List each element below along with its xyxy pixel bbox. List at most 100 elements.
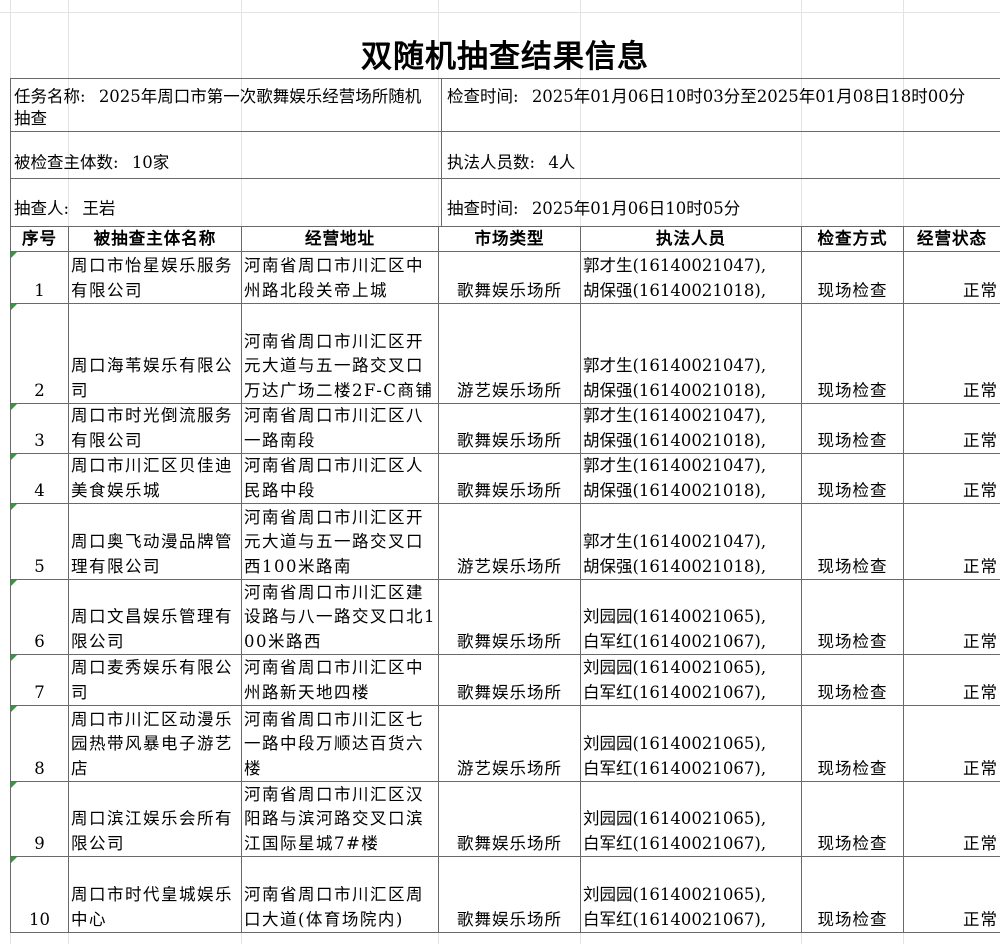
row-market-type: 歌舞娱乐场所 [438, 654, 581, 706]
staff-member: 胡保强(16140021018), [583, 430, 767, 450]
row-market-type: 游艺娱乐场所 [438, 303, 581, 404]
info-border [10, 78, 1000, 79]
row-address: 河南省周口市川汇区中州路新天地四楼 [241, 654, 439, 706]
table-row: 1 周口市怡星娱乐服务有限公司 河南省周口市川汇区中州路北段关帝上城 歌舞娱乐场所 郭才… [10, 251, 1000, 304]
grid-line [0, 12, 1000, 13]
row-seq: 2 [10, 303, 69, 404]
info-border [10, 78, 11, 226]
row-status: 正常 [903, 503, 1000, 580]
row-market-type: 歌舞娱乐场所 [438, 403, 581, 454]
row-seq: 3 [10, 403, 69, 454]
row-subject-name: 周口滨江娱乐会所有限公司 [68, 781, 242, 857]
row-status: 正常 [903, 579, 1000, 655]
row-status: 正常 [903, 781, 1000, 857]
row-subject-name: 周口市时光倒流服务有限公司 [68, 403, 242, 454]
staff-member: 胡保强(16140021018), [583, 380, 767, 400]
staff-member: 白军红(16140021067), [583, 631, 767, 651]
table-row: 7 周口麦秀娱乐有限公司 河南省周口市川汇区中州路新天地四楼 歌舞娱乐场所 刘园园(16… [10, 654, 1000, 706]
row-method: 现场检查 [801, 579, 904, 655]
row-seq: 10 [10, 856, 69, 933]
row-address: 河南省周口市川汇区开元大道与五一路交叉口万达广场二楼2F-C商铺 [241, 303, 439, 404]
spreadsheet: 双随机抽查结果信息 任务名称: 2025年周口市第一次歌舞娱乐经营场所随机抽查 … [0, 0, 1000, 944]
page-title: 双随机抽查结果信息 [361, 39, 649, 75]
inspect-time: 检查时间: 2025年01月06日10时03分至2025年01月08日18时00… [447, 86, 995, 108]
row-seq: 1 [10, 251, 69, 304]
staff-member: 郭才生(16140021047), [583, 256, 767, 275]
row-seq: 8 [10, 705, 69, 782]
staff-member: 刘园园(16140021065), [583, 734, 767, 753]
header-method: 检查方式 [801, 226, 904, 252]
inspect-time-value: 2025年01月06日10时03分至2025年01月08日18时00分 [531, 87, 966, 106]
row-address: 河南省周口市川汇区七一路中段万顺达百货六楼 [241, 705, 439, 782]
task-name-label: 任务名称: [14, 87, 86, 106]
staff-member: 白军红(16140021067), [583, 833, 767, 853]
row-market-type: 歌舞娱乐场所 [438, 579, 581, 655]
table-row: 9 周口滨江娱乐会所有限公司 河南省周口市川汇区汉阳路与滨河路交叉口滨江国际星城7#… [10, 781, 1000, 857]
sampler-value: 王岩 [82, 199, 116, 218]
row-staff: 刘园园(16140021065), 白军红(16140021067), [580, 654, 802, 706]
sample-time: 抽查时间: 2025年01月06日10时05分 [447, 198, 995, 220]
row-address: 河南省周口市川汇区开元大道与五一路交叉口西100米路南 [241, 503, 439, 580]
row-seq: 9 [10, 781, 69, 857]
inspect-time-label: 检查时间: [447, 87, 519, 106]
row-address: 河南省周口市川汇区中州路北段关帝上城 [241, 251, 439, 304]
row-subject-name: 周口海苇娱乐有限公司 [68, 303, 242, 404]
row-subject-name: 周口市川汇区贝佳迪美食娱乐城 [68, 453, 242, 504]
staff-member: 刘园园(16140021065), [583, 607, 767, 626]
table-row: 8 周口市川汇区动漫乐园热带风暴电子游艺店 河南省周口市川汇区七一路中段万顺达百货六… [10, 705, 1000, 782]
row-staff: 刘园园(16140021065), 白军红(16140021067), [580, 579, 802, 655]
row-subject-name: 周口麦秀娱乐有限公司 [68, 654, 242, 706]
row-staff: 刘园园(16140021065), 白军红(16140021067), [580, 781, 802, 857]
row-staff: 郭才生(16140021047), 胡保强(16140021018), [580, 503, 802, 580]
row-market-type: 歌舞娱乐场所 [438, 781, 581, 857]
row-status: 正常 [903, 654, 1000, 706]
row-status: 正常 [903, 453, 1000, 504]
staff-member: 刘园园(16140021065), [583, 885, 767, 904]
row-method: 现场检查 [801, 856, 904, 933]
subjects-count-value: 10家 [131, 153, 170, 172]
officers-count-label: 执法人员数: [447, 153, 536, 172]
row-staff: 刘园园(16140021065), 白军红(16140021067), [580, 856, 802, 933]
row-market-type: 歌舞娱乐场所 [438, 251, 581, 304]
table-row: 4 周口市川汇区贝佳迪美食娱乐城 河南省周口市川汇区人民路中段 歌舞娱乐场所 郭才生(1… [10, 453, 1000, 504]
row-status: 正常 [903, 856, 1000, 933]
staff-member: 郭才生(16140021047), [583, 406, 767, 425]
row-market-type: 歌舞娱乐场所 [438, 856, 581, 933]
info-border [10, 178, 1000, 179]
sample-time-label: 抽查时间: [447, 199, 519, 218]
table-row: 2 周口海苇娱乐有限公司 河南省周口市川汇区开元大道与五一路交叉口万达广场二楼2F-… [10, 303, 1000, 404]
row-method: 现场检查 [801, 251, 904, 304]
sample-time-value: 2025年01月06日10时05分 [531, 199, 741, 218]
header-staff: 执法人员 [580, 226, 802, 252]
row-address: 河南省周口市川汇区八一路南段 [241, 403, 439, 454]
table-row: 10 周口市时代皇城娱乐中心 河南省周口市川汇区周口大道(体育场院内) 歌舞娱乐场所刘… [10, 856, 1000, 933]
table-row: 6 周口文昌娱乐管理有限公司 河南省周口市川汇区建设路与八一路交叉口北100米路西歌… [10, 579, 1000, 655]
subjects-count-label: 被检查主体数: [14, 153, 119, 172]
row-address: 河南省周口市川汇区建设路与八一路交叉口北100米路西 [241, 579, 439, 655]
row-staff: 郭才生(16140021047), 胡保强(16140021018), [580, 403, 802, 454]
row-status: 正常 [903, 251, 1000, 304]
row-subject-name: 周口文昌娱乐管理有限公司 [68, 579, 242, 655]
staff-member: 白军红(16140021067), [583, 682, 767, 702]
row-seq: 7 [10, 654, 69, 706]
row-staff: 郭才生(16140021047), 胡保强(16140021018), [580, 303, 802, 404]
row-method: 现场检查 [801, 781, 904, 857]
info-border [10, 131, 1000, 132]
row-method: 现场检查 [801, 303, 904, 404]
staff-member: 郭才生(16140021047), [583, 532, 767, 551]
row-staff: 刘园园(16140021065), 白军红(16140021067), [580, 705, 802, 782]
row-staff: 郭才生(16140021047), 胡保强(16140021018), [580, 251, 802, 304]
staff-member: 胡保强(16140021018), [583, 280, 767, 300]
header-address: 经营地址 [241, 226, 439, 252]
row-market-type: 歌舞娱乐场所 [438, 453, 581, 504]
staff-member: 刘园园(16140021065), [583, 809, 767, 828]
row-subject-name: 周口市时代皇城娱乐中心 [68, 856, 242, 933]
subjects-count: 被检查主体数: 10家 [14, 152, 434, 174]
row-method: 现场检查 [801, 403, 904, 454]
header-name: 被抽查主体名称 [68, 226, 242, 252]
staff-member: 胡保强(16140021018), [583, 556, 767, 576]
row-method: 现场检查 [801, 503, 904, 580]
officers-count-value: 4人 [548, 153, 576, 172]
sampler-label: 抽查人: [14, 199, 70, 218]
info-border [441, 78, 442, 226]
